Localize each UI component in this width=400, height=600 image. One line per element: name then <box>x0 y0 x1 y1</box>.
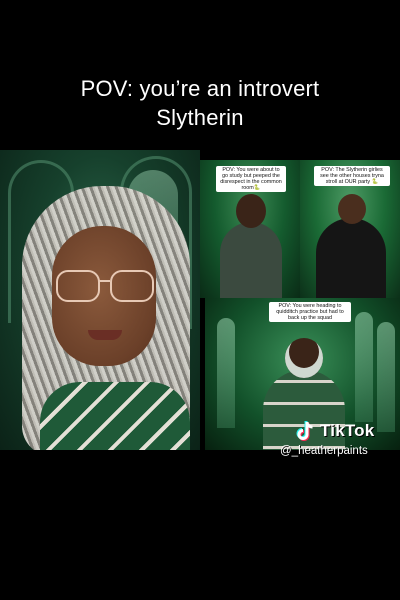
dancer-head <box>236 194 266 228</box>
dancer-head <box>338 194 366 224</box>
tall-window <box>377 322 395 432</box>
glasses-lens-right <box>110 270 154 302</box>
tall-window <box>355 312 373 422</box>
dancer-body <box>220 222 282 298</box>
portrait-panel <box>0 150 200 450</box>
pov-caption: POV: you’re an introvert Slytherin <box>0 74 400 132</box>
creator-handle: @_heatherpaints <box>280 445 368 457</box>
caption-line-2: Slytherin <box>156 105 244 130</box>
dance-panel-left-caption: POV: You were about to go study but peep… <box>216 166 286 192</box>
player-head <box>285 338 323 378</box>
tall-window <box>217 318 235 428</box>
video-frame: POV: you’re an introvert Slytherin POV: … <box>0 0 400 600</box>
glasses-lens-left <box>56 270 100 302</box>
tiktok-note-icon <box>294 420 316 442</box>
caption-line-1: POV: you’re an introvert <box>80 76 320 101</box>
tiktok-watermark: TikTok <box>294 420 374 442</box>
dancer-body <box>316 218 386 298</box>
quidditch-panel-caption: POV: You were heading to quidditch pract… <box>269 302 351 322</box>
dance-panel-left: POV: You were about to go study but peep… <box>200 160 300 298</box>
lips <box>88 330 122 340</box>
dance-panel-right-caption: POV: The Slytherin girlies see the other… <box>314 166 390 186</box>
glasses-bridge <box>98 280 110 282</box>
tiktok-brand: TikTok <box>320 421 375 440</box>
dance-panel-right: POV: The Slytherin girlies see the other… <box>300 160 400 298</box>
slytherin-sweater <box>40 382 190 450</box>
